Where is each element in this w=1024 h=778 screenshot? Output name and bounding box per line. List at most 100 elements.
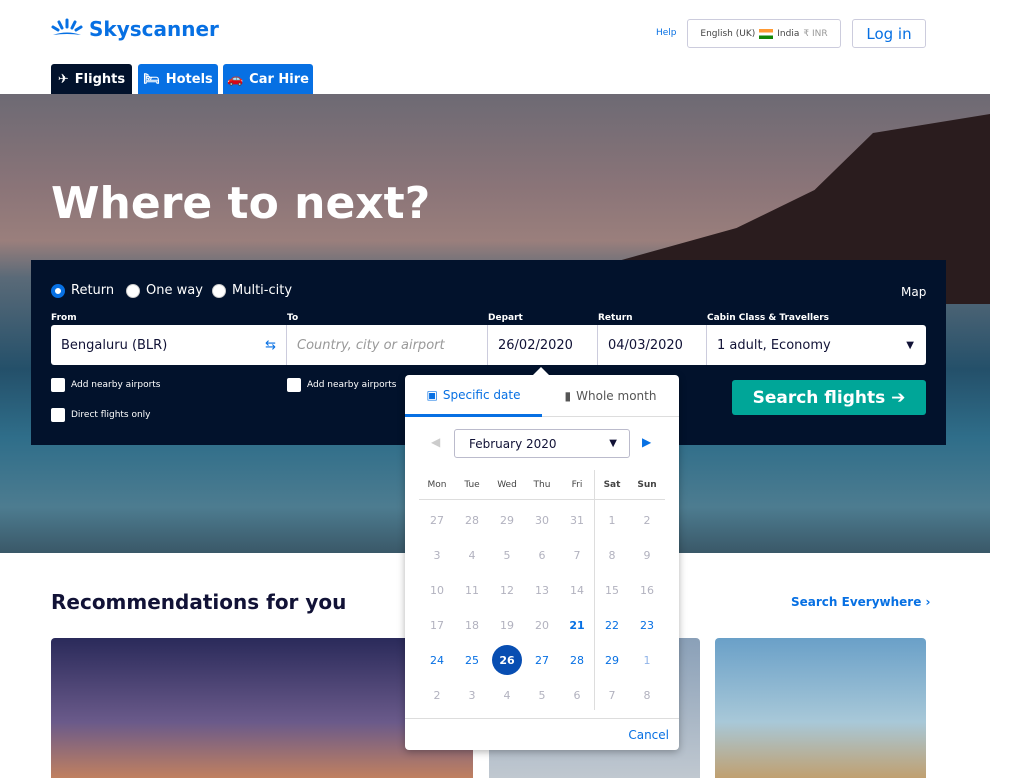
selected-day[interactable]: 26 xyxy=(492,645,522,675)
recommendation-card[interactable] xyxy=(715,638,926,778)
depart-value: 26/02/2020 xyxy=(498,337,573,353)
next-month-icon[interactable]: ▶ xyxy=(642,435,651,449)
divider xyxy=(419,499,665,500)
calendar-day: 13 xyxy=(535,583,549,597)
calendar-day: 17 xyxy=(430,618,444,632)
calendar-day: 27 xyxy=(430,513,444,527)
login-button[interactable]: Log in xyxy=(852,19,926,48)
nearby-to-checkbox[interactable]: Add nearby airports xyxy=(287,378,397,392)
to-placeholder: Country, city or airport xyxy=(297,337,445,353)
month-value: February 2020 xyxy=(469,436,557,451)
calendar-day[interactable]: 23 xyxy=(632,610,662,640)
calendar-day: 3 xyxy=(468,688,476,702)
car-icon: 🚗 xyxy=(226,71,244,87)
bar-chart-icon: ▮ xyxy=(564,388,572,403)
country: India xyxy=(777,28,800,39)
search-flights-button[interactable]: Search flights ➔ xyxy=(732,380,926,415)
return-value: 04/03/2020 xyxy=(608,337,683,353)
radio-label: Return xyxy=(71,283,115,298)
weekend-divider xyxy=(594,470,595,710)
calendar-day: 6 xyxy=(573,688,581,702)
calendar-day: 28 xyxy=(465,513,479,527)
calendar-day: 5 xyxy=(538,688,546,702)
to-label: To xyxy=(287,313,299,323)
radio-dot xyxy=(51,283,65,298)
tab-car-hire[interactable]: 🚗 Car Hire xyxy=(223,64,313,94)
radio-dot xyxy=(126,283,140,298)
nearby-from-checkbox[interactable]: Add nearby airports xyxy=(51,378,161,392)
calendar-day: 6 xyxy=(538,548,546,562)
cabin-value: 1 adult, Economy xyxy=(717,337,831,353)
calendar-day: 7 xyxy=(573,548,581,562)
cabin-field[interactable]: 1 adult, Economy ▼ xyxy=(707,325,926,365)
tab-label: Whole month xyxy=(576,388,657,403)
tab-label: Flights xyxy=(74,71,126,87)
direct-flights-checkbox[interactable]: Direct flights only xyxy=(51,408,151,422)
swap-icon[interactable]: ⇆ xyxy=(265,338,276,353)
return-field[interactable]: 04/03/2020 xyxy=(598,325,707,365)
date-picker: ▣ Specific date ▮ Whole month ◀ February 2… xyxy=(405,367,679,750)
tab-label: Specific date xyxy=(442,387,521,402)
calendar-day: 1 xyxy=(643,653,651,667)
calendar-day[interactable]: 21 xyxy=(562,610,592,640)
calendar-day: 30 xyxy=(535,513,549,527)
from-label: From xyxy=(51,313,77,323)
arrow-right-icon: ➔ xyxy=(891,387,906,408)
radio-return[interactable]: Return xyxy=(51,283,114,298)
calendar-day[interactable]: 25 xyxy=(457,645,487,675)
link-label: Search Everywhere xyxy=(791,595,922,609)
calendar-day: 10 xyxy=(430,583,444,597)
checkbox-label: Direct flights only xyxy=(71,410,151,420)
calendar-day[interactable]: 24 xyxy=(422,645,452,675)
radio-label: Multi-city xyxy=(232,283,293,298)
checkbox-label: Add nearby airports xyxy=(71,380,161,390)
divider xyxy=(405,718,679,719)
weekday-header: Sat xyxy=(603,480,621,490)
weekday-header: Mon xyxy=(427,480,447,490)
language: English (UK) xyxy=(700,28,756,39)
tab-whole-month[interactable]: ▮ Whole month xyxy=(542,375,679,417)
calendar-day: 1 xyxy=(608,513,616,527)
search-everywhere-link[interactable]: Search Everywhere › xyxy=(791,595,930,609)
radio-multi-city[interactable]: Multi-city xyxy=(212,283,292,298)
calendar-day: 9 xyxy=(643,548,651,562)
calendar-day: 20 xyxy=(535,618,549,632)
weekday-header: Thu xyxy=(533,480,551,490)
cancel-button[interactable]: Cancel xyxy=(628,728,669,742)
calendar-day[interactable]: 22 xyxy=(597,610,627,640)
month-select[interactable]: February 2020 ▼ xyxy=(454,429,630,458)
bed-icon: 🛏 xyxy=(143,71,160,87)
hero-title: Where to next? xyxy=(51,178,431,229)
from-value: Bengaluru (BLR) xyxy=(61,337,168,353)
radio-one-way[interactable]: One way xyxy=(126,283,203,298)
help-link[interactable]: Help xyxy=(656,28,677,38)
calendar-day: 4 xyxy=(503,688,511,702)
tab-flights[interactable]: ✈ Flights xyxy=(51,64,132,94)
chevron-down-icon: ▼ xyxy=(906,339,914,351)
plane-icon: ✈ xyxy=(57,71,69,87)
calendar-day: 31 xyxy=(570,513,584,527)
locale-selector[interactable]: English (UK) India ₹ INR xyxy=(687,19,841,48)
tab-specific-date[interactable]: ▣ Specific date xyxy=(405,375,542,417)
depart-label: Depart xyxy=(488,313,523,323)
weekday-header: Wed xyxy=(497,480,517,490)
calendar-day: 8 xyxy=(608,548,616,562)
tab-hotels[interactable]: 🛏 Hotels xyxy=(138,64,218,94)
tab-label: Hotels xyxy=(165,71,213,87)
to-field[interactable]: Country, city or airport xyxy=(287,325,488,365)
map-link[interactable]: Map xyxy=(901,285,926,299)
depart-field[interactable]: 26/02/2020 xyxy=(488,325,598,365)
prev-month-icon[interactable]: ◀ xyxy=(431,435,440,449)
calendar-day: 12 xyxy=(500,583,514,597)
calendar-day: 18 xyxy=(465,618,479,632)
sunrise-logo-icon xyxy=(51,18,83,35)
calendar-day[interactable]: 29 xyxy=(597,645,627,675)
calendar-day[interactable]: 28 xyxy=(562,645,592,675)
from-field[interactable]: Bengaluru (BLR) ⇆ xyxy=(51,325,287,365)
checkbox xyxy=(51,378,65,392)
skyscanner-logo[interactable]: Skyscanner xyxy=(51,17,219,41)
calendar-day[interactable]: 27 xyxy=(527,645,557,675)
calendar-icon: ▣ xyxy=(426,387,438,402)
calendar-day: 3 xyxy=(433,548,441,562)
calendar-day: 16 xyxy=(640,583,654,597)
